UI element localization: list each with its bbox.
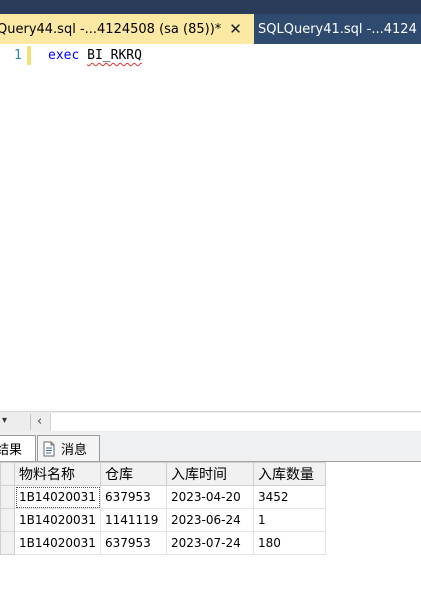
document-tab-strip: Query44.sql -...4124508 (sa (85))* ✕ SQL… bbox=[0, 0, 421, 44]
cell[interactable]: 2023-04-20 bbox=[166, 485, 254, 509]
cell[interactable]: 1B14020031 bbox=[14, 508, 101, 532]
cell[interactable]: 1B14020031 bbox=[14, 531, 101, 555]
close-icon[interactable]: ✕ bbox=[229, 20, 242, 38]
code-line-1[interactable]: exec BI_RKRQ bbox=[48, 48, 142, 63]
column-header[interactable]: 物料名称 bbox=[14, 462, 101, 486]
table-row: 1B14020031 637953 2023-07-24 180 bbox=[0, 531, 326, 555]
procedure-name: BI_RKRQ bbox=[87, 48, 142, 63]
results-table: 物料名称 仓库 入库时间 入库数量 1B14020031 637953 2023… bbox=[0, 462, 326, 555]
scrollbar-track[interactable] bbox=[50, 413, 421, 431]
tab-sqlquery41-title: SQLQuery41.sql -...4124 bbox=[258, 21, 417, 37]
tab-messages[interactable]: 消息 bbox=[37, 435, 100, 461]
tab-sqlquery41[interactable]: SQLQuery41.sql -...4124 bbox=[254, 14, 421, 44]
column-header[interactable]: 入库数量 bbox=[253, 462, 326, 486]
cell[interactable]: 637953 bbox=[100, 485, 167, 509]
header-row: 物料名称 仓库 入库时间 入库数量 bbox=[0, 462, 326, 486]
tab-query44[interactable]: Query44.sql -...4124508 (sa (85))* ✕ bbox=[0, 14, 254, 44]
cell[interactable]: 3452 bbox=[253, 485, 326, 509]
row-header[interactable] bbox=[0, 508, 15, 532]
cell[interactable]: 2023-07-24 bbox=[166, 531, 254, 555]
table-row: 1B14020031 1141119 2023-06-24 1 bbox=[0, 508, 326, 532]
cell[interactable]: 1141119 bbox=[100, 508, 167, 532]
zoom-dropdown-icon[interactable]: ▾ bbox=[2, 415, 7, 426]
result-pane-tabs: 结果 消息 bbox=[0, 432, 421, 462]
cell[interactable]: 637953 bbox=[100, 531, 167, 555]
message-document-icon bbox=[43, 441, 55, 456]
tab-query44-title: Query44.sql -...4124508 (sa (85))* bbox=[0, 21, 222, 37]
cell[interactable]: 1B14020031 bbox=[14, 485, 101, 509]
results-grid[interactable]: 物料名称 仓库 入库时间 入库数量 1B14020031 637953 2023… bbox=[0, 462, 421, 596]
scroll-left-icon[interactable]: ‹ bbox=[37, 414, 42, 429]
row-header[interactable] bbox=[0, 531, 15, 555]
column-header[interactable]: 仓库 bbox=[100, 462, 167, 486]
cell[interactable]: 1 bbox=[253, 508, 326, 532]
cell[interactable]: 2023-06-24 bbox=[166, 508, 254, 532]
query-editor[interactable]: 1 exec BI_RKRQ bbox=[0, 44, 421, 411]
keyword-exec: exec bbox=[48, 48, 80, 63]
cell[interactable]: 180 bbox=[253, 531, 326, 555]
editor-horizontal-scrollbar[interactable]: ▾ ‹ bbox=[0, 411, 421, 432]
corner-cell[interactable] bbox=[0, 462, 15, 486]
row-header[interactable] bbox=[0, 485, 15, 509]
column-header[interactable]: 入库时间 bbox=[166, 462, 254, 486]
tab-messages-label: 消息 bbox=[61, 443, 88, 458]
tab-results-label: 结果 bbox=[0, 443, 23, 458]
unsaved-change-marker bbox=[27, 46, 31, 65]
title-bar-edge bbox=[0, 0, 421, 14]
line-number: 1 bbox=[14, 48, 22, 63]
table-row: 1B14020031 637953 2023-04-20 3452 bbox=[0, 485, 326, 509]
zoom-separator bbox=[30, 414, 31, 430]
tab-results[interactable]: 结果 bbox=[0, 435, 36, 461]
